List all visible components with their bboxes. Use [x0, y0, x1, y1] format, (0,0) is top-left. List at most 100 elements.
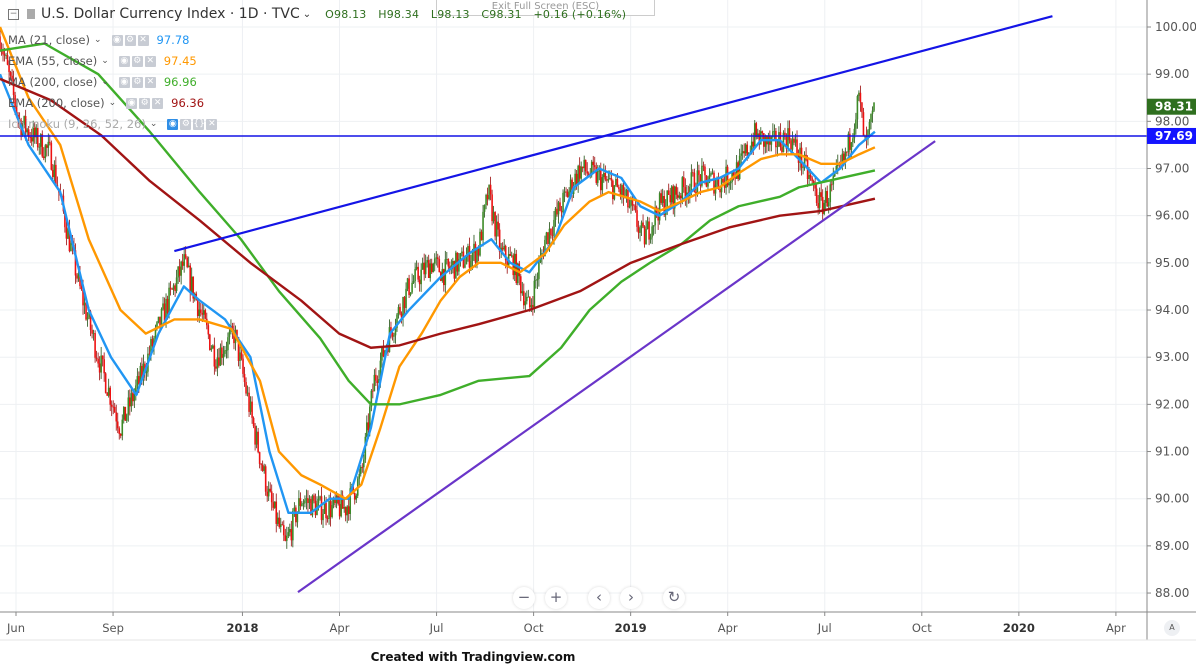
candle-body: [586, 171, 589, 174]
candle-body: [470, 260, 472, 268]
indicator-legend-item[interactable]: Ichimoku (9, 26, 52, 26) ⌄ ◉ ⚙ {} ✕: [8, 117, 225, 131]
candle-body: [109, 387, 111, 405]
candle-body: [524, 301, 527, 306]
indicator-label[interactable]: MA (200, close): [8, 75, 97, 89]
candle-body: [509, 254, 512, 256]
candle-body: [113, 406, 116, 413]
candle-body: [115, 412, 118, 422]
indicator-label[interactable]: EMA (200, close): [8, 96, 105, 110]
candle-body: [278, 517, 281, 528]
symbol-title[interactable]: U.S. Dollar Currency Index · 1D · TVC: [41, 6, 300, 22]
candle-body: [325, 502, 327, 519]
settings-icon[interactable]: ⚙: [139, 97, 151, 109]
indicator-legend-item[interactable]: MA (21, close) ⌄ ◉ ⚙ ✕ 97.78: [8, 33, 189, 47]
settings-icon[interactable]: ⚙: [124, 34, 136, 46]
chevron-down-icon[interactable]: ⌄: [101, 77, 109, 87]
candle-body: [562, 192, 564, 213]
rising-support-line[interactable]: [297, 140, 936, 593]
candle-body: [737, 162, 739, 179]
time-tick-label: 2019: [615, 621, 647, 635]
chevron-down-icon[interactable]: ⌄: [109, 98, 117, 108]
visibility-icon[interactable]: ◉: [126, 97, 138, 109]
candle-body: [824, 190, 827, 203]
candle-body: [304, 500, 306, 504]
candle-body: [406, 278, 409, 289]
candle-body: [224, 350, 226, 354]
scroll-right-button[interactable]: ›: [620, 587, 642, 609]
indicator-legend-item[interactable]: MA (200, close) ⌄ ◉ ⚙ ✕ 96.96: [8, 75, 197, 89]
remove-icon[interactable]: ✕: [144, 55, 156, 67]
candle-body: [0, 36, 1, 50]
candle-body: [503, 245, 505, 250]
scroll-left-button[interactable]: ‹: [588, 587, 610, 609]
candle-body: [207, 325, 210, 335]
candle-body: [625, 189, 628, 196]
visibility-icon[interactable]: ◉: [118, 55, 130, 67]
chevron-down-icon[interactable]: ⌄: [94, 35, 102, 45]
candle-body: [95, 357, 98, 359]
indicator-legend-item[interactable]: EMA (55, close) ⌄ ◉ ⚙ ✕ 97.45: [8, 54, 197, 68]
candle-body: [359, 466, 362, 474]
chevron-down-icon[interactable]: ⌄: [101, 56, 109, 66]
candle-body: [104, 373, 107, 393]
collapse-legend-icon[interactable]: −: [8, 8, 19, 20]
candle-body: [538, 262, 540, 279]
zoom-out-button[interactable]: −: [513, 587, 535, 609]
candle-body: [216, 357, 219, 369]
candle-body: [447, 258, 450, 267]
candle-body: [292, 511, 294, 541]
chevron-down-icon[interactable]: ⌄: [303, 9, 311, 20]
candle-body: [50, 142, 53, 170]
candle-body: [501, 247, 504, 250]
settings-icon[interactable]: ⚙: [131, 55, 143, 67]
indicator-label[interactable]: Ichimoku (9, 26, 52, 26): [8, 117, 146, 131]
indicator-label[interactable]: EMA (55, close): [8, 54, 97, 68]
candle-body: [613, 185, 616, 200]
candle-body: [679, 195, 682, 199]
symbol-flag-icon: [27, 9, 35, 19]
candle-body: [112, 406, 115, 408]
candle-body: [227, 337, 229, 351]
remove-icon[interactable]: ✕: [137, 34, 149, 46]
candle-body: [643, 226, 646, 245]
candle-body: [596, 170, 599, 183]
zoom-in-button[interactable]: +: [545, 587, 567, 609]
candle-body: [347, 506, 350, 514]
chevron-down-icon[interactable]: ⌄: [150, 119, 158, 129]
visibility-icon[interactable]: ◉: [118, 76, 130, 88]
candle-body: [791, 138, 794, 150]
candle-body: [258, 452, 261, 464]
visibility-icon[interactable]: ◉: [167, 118, 179, 130]
candle-body: [307, 498, 309, 504]
candle-body: [181, 261, 184, 266]
remove-icon[interactable]: ✕: [144, 76, 156, 88]
auto-scale-button[interactable]: A: [1164, 620, 1180, 636]
candle-body: [275, 501, 278, 524]
candle-body: [260, 463, 262, 465]
source-code-icon[interactable]: {}: [193, 118, 205, 130]
candle-body: [489, 184, 492, 195]
candle-body: [249, 401, 252, 412]
settings-icon[interactable]: ⚙: [180, 118, 192, 130]
price-tick-label: 93.00: [1155, 350, 1189, 364]
candle-body: [130, 393, 133, 407]
candle-body: [174, 285, 176, 292]
candle-body: [118, 428, 121, 434]
settings-icon[interactable]: ⚙: [131, 76, 143, 88]
remove-icon[interactable]: ✕: [206, 118, 218, 130]
candle-body: [412, 281, 415, 283]
candle-body: [823, 202, 825, 214]
remove-icon[interactable]: ✕: [152, 97, 164, 109]
visibility-icon[interactable]: ◉: [111, 34, 123, 46]
candle-body: [740, 153, 742, 156]
candle-body: [621, 185, 623, 195]
candle-body: [480, 231, 483, 241]
candle-body: [284, 535, 287, 541]
reset-chart-button[interactable]: ↻: [663, 587, 685, 609]
candle-body: [263, 466, 265, 471]
indicator-legend-item[interactable]: EMA (200, close) ⌄ ◉ ⚙ ✕ 96.36: [8, 96, 204, 110]
candle-body: [651, 226, 653, 238]
indicator-label[interactable]: MA (21, close): [8, 33, 90, 47]
candle-body: [138, 376, 140, 384]
candle-body: [106, 392, 108, 396]
